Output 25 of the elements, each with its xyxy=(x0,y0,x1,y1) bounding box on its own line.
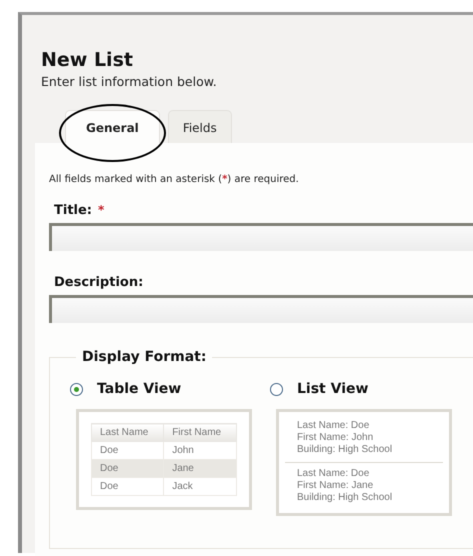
tab[interactable]: Fields xyxy=(168,110,232,143)
record-line: First Name: Jane xyxy=(297,480,374,492)
fieldset-legend: Display Format: xyxy=(76,349,212,365)
record-line: Last Name: Doe xyxy=(297,420,370,432)
table-cell: Jane xyxy=(164,460,236,478)
record-line: First Name: John xyxy=(297,432,374,444)
table-header-cell: First Name xyxy=(164,424,236,442)
input-field[interactable] xyxy=(49,295,473,323)
table-cell: Doe xyxy=(92,478,164,496)
table-cell: Doe xyxy=(92,460,164,478)
field-label: Description: xyxy=(54,275,144,290)
input-field[interactable] xyxy=(49,223,473,251)
page-subtitle: Enter list information below. xyxy=(41,74,217,89)
field-label: Title: xyxy=(54,203,92,218)
radio-option[interactable]: List View xyxy=(270,381,452,397)
table-cell: Jack xyxy=(164,478,236,496)
record-line: Last Name: Doe xyxy=(297,468,370,480)
radio-option[interactable]: Table View xyxy=(70,381,252,397)
record-line: Building: High School xyxy=(297,492,394,504)
table-header-cell: Last Name xyxy=(92,424,164,442)
record-line: Building: High School xyxy=(297,444,394,456)
tab[interactable]: General xyxy=(65,110,160,143)
required-asterisk: * xyxy=(98,203,104,217)
required-note: All fields marked with an asterisk (*) are required. xyxy=(49,174,299,185)
page-title: New List xyxy=(41,49,133,71)
